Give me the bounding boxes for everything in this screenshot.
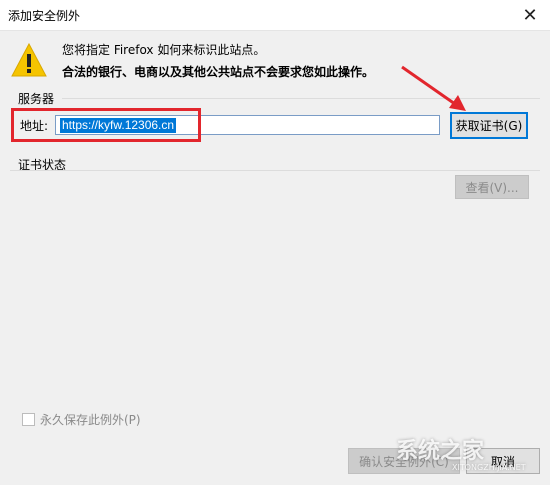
- highlight-box: [11, 108, 201, 142]
- title-bar: 添加安全例外 ✕: [0, 0, 550, 31]
- warning-icon: [11, 42, 47, 77]
- watermark-logo: 系统之家 XITONGZHIJIA.NET: [396, 433, 546, 479]
- cert-status-panel: [10, 170, 540, 433]
- permanent-checkbox[interactable]: [22, 413, 35, 426]
- server-group-divider: [62, 98, 540, 99]
- get-certificate-button[interactable]: 获取证书(G): [450, 112, 528, 139]
- view-button[interactable]: 查看(V)...: [455, 175, 529, 199]
- permanent-label: 永久保存此例外(P): [40, 413, 141, 427]
- info-message: 您将指定 Firefox 如何来标识此站点。: [62, 43, 266, 57]
- watermark-site: XITONGZHIJIA.NET: [452, 463, 526, 472]
- watermark-text: 系统之家: [396, 439, 485, 464]
- server-group-label: 服务器: [18, 92, 55, 106]
- warning-message: 合法的银行、电商以及其他公共站点不会要求您如此操作。: [62, 65, 375, 79]
- window-title: 添加安全例外: [8, 9, 81, 23]
- close-icon[interactable]: ✕: [510, 0, 550, 30]
